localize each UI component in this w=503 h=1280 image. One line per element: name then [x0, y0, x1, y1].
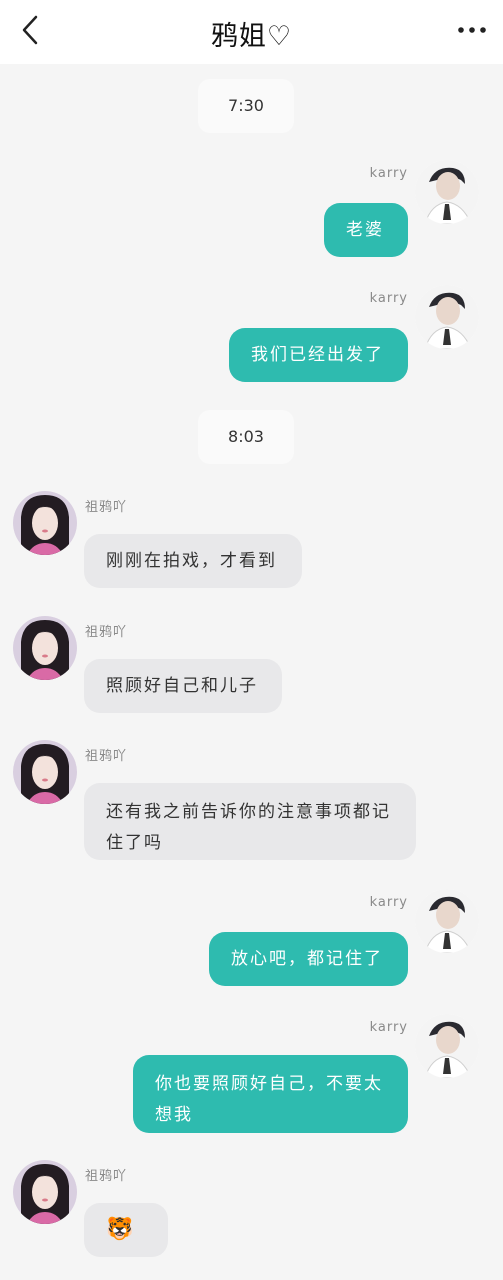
avatar-me[interactable]: [415, 160, 479, 224]
sender-name-her: 祖鸦吖: [85, 625, 128, 640]
sender-name-me: karry: [369, 291, 408, 306]
sender-name-me: karry: [369, 1020, 408, 1035]
message-bubble-sticker[interactable]: 🐯: [84, 1203, 168, 1257]
message-bubble-outgoing[interactable]: 放心吧，都记住了: [209, 932, 408, 986]
message-bubble-incoming[interactable]: 刚刚在拍戏，才看到: [84, 534, 302, 588]
avatar-her[interactable]: [13, 616, 77, 680]
sender-name-me: karry: [369, 895, 408, 910]
message-bubble-incoming[interactable]: 还有我之前告诉你的注意事项都记住了吗: [84, 783, 416, 860]
avatar-her[interactable]: [13, 740, 77, 804]
sender-name-her: 祖鸦吖: [85, 749, 128, 764]
timestamp: 7:30: [198, 79, 294, 133]
message-bubble-outgoing[interactable]: 我们已经出发了: [229, 328, 408, 382]
message-bubble-incoming[interactable]: 照顾好自己和儿子: [84, 659, 282, 713]
avatar-her[interactable]: [13, 1160, 77, 1224]
chat-header: 鸦姐♡: [0, 0, 503, 64]
sender-name-me: karry: [369, 166, 408, 181]
more-dots-icon[interactable]: [455, 18, 489, 42]
avatar-me[interactable]: [415, 1014, 479, 1078]
timestamp: 8:03: [198, 410, 294, 464]
sender-name-her: 祖鸦吖: [85, 500, 128, 515]
message-bubble-outgoing[interactable]: 老婆: [324, 203, 408, 257]
message-bubble-outgoing[interactable]: 你也要照顾好自己，不要太想我: [133, 1055, 408, 1133]
avatar-me[interactable]: [415, 889, 479, 953]
chat-title: 鸦姐♡: [210, 21, 293, 52]
sender-name-her: 祖鸦吖: [85, 1169, 128, 1184]
avatar-me[interactable]: [415, 285, 479, 349]
avatar-her[interactable]: [13, 491, 77, 555]
